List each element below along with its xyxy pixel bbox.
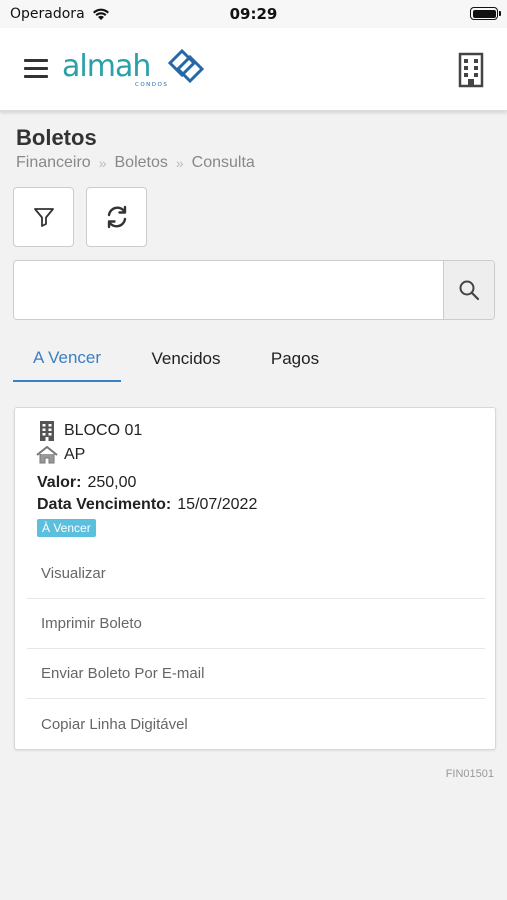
building-icon — [36, 421, 58, 441]
menu-button[interactable] — [24, 59, 48, 79]
breadcrumb-separator-icon: » — [98, 155, 107, 171]
building-icon — [458, 52, 484, 88]
boleto-card: BLOCO 01 AP Valor: 250,00 Data Venciment… — [14, 407, 496, 750]
breadcrumb: Financeiro » Boletos » Consulta — [16, 154, 255, 172]
print-boleto-action[interactable]: Imprimir Boleto — [27, 599, 485, 649]
boleto-due-date: 15/07/2022 — [177, 496, 258, 513]
search-bar — [13, 260, 495, 320]
boleto-actions: Visualizar Imprimir Boleto Enviar Boleto… — [27, 549, 485, 749]
view-boleto-action[interactable]: Visualizar — [27, 549, 485, 599]
tab-pagos[interactable]: Pagos — [257, 335, 333, 382]
app-header: almah CONDOS — [0, 28, 507, 111]
refresh-icon — [107, 205, 126, 229]
status-tabs: A Vencer Vencidos Pagos — [13, 335, 495, 383]
filter-button[interactable] — [13, 187, 74, 247]
email-boleto-action[interactable]: Enviar Boleto Por E-mail — [27, 649, 485, 699]
condo-selector-button[interactable] — [456, 52, 486, 88]
search-button[interactable] — [443, 261, 494, 319]
boleto-due-row: Data Vencimento: 15/07/2022 — [37, 496, 257, 514]
breadcrumb-item-boletos[interactable]: Boletos — [115, 154, 168, 172]
breadcrumb-separator-icon: » — [175, 155, 184, 171]
status-bar: Operadora 09:29 — [0, 0, 507, 28]
boleto-unit: AP — [36, 446, 85, 464]
boleto-unit-label: AP — [64, 446, 86, 463]
tab-a-vencer[interactable]: A Vencer — [13, 335, 121, 382]
page-title: Boletos — [16, 125, 97, 150]
boleto-block: BLOCO 01 — [36, 421, 142, 441]
search-icon — [459, 280, 480, 301]
filter-icon — [33, 208, 54, 227]
svg-text:almah: almah — [62, 49, 150, 84]
breadcrumb-item-consulta: Consulta — [191, 154, 255, 171]
boleto-block-label: BLOCO 01 — [64, 422, 143, 439]
boleto-value-row: Valor: 250,00 — [37, 474, 136, 492]
battery-icon — [470, 7, 501, 20]
screen-code: FIN01501 — [445, 768, 494, 780]
almah-condos-logo: almah CONDOS — [62, 48, 205, 88]
boleto-value: 250,00 — [87, 474, 137, 491]
due-date-label: Data Vencimento: — [37, 496, 172, 513]
tab-vencidos[interactable]: Vencidos — [138, 335, 234, 382]
search-input[interactable] — [14, 261, 443, 319]
status-time: 09:29 — [229, 5, 278, 23]
copy-digitable-line-action[interactable]: Copiar Linha Digitável — [27, 699, 485, 749]
home-icon — [36, 446, 58, 464]
status-badge: À Vencer — [37, 519, 96, 537]
value-label: Valor: — [37, 474, 82, 491]
hamburger-icon — [24, 59, 48, 78]
breadcrumb-item-financeiro[interactable]: Financeiro — [16, 154, 91, 172]
refresh-button[interactable] — [86, 187, 147, 247]
svg-text:CONDOS: CONDOS — [135, 82, 168, 88]
